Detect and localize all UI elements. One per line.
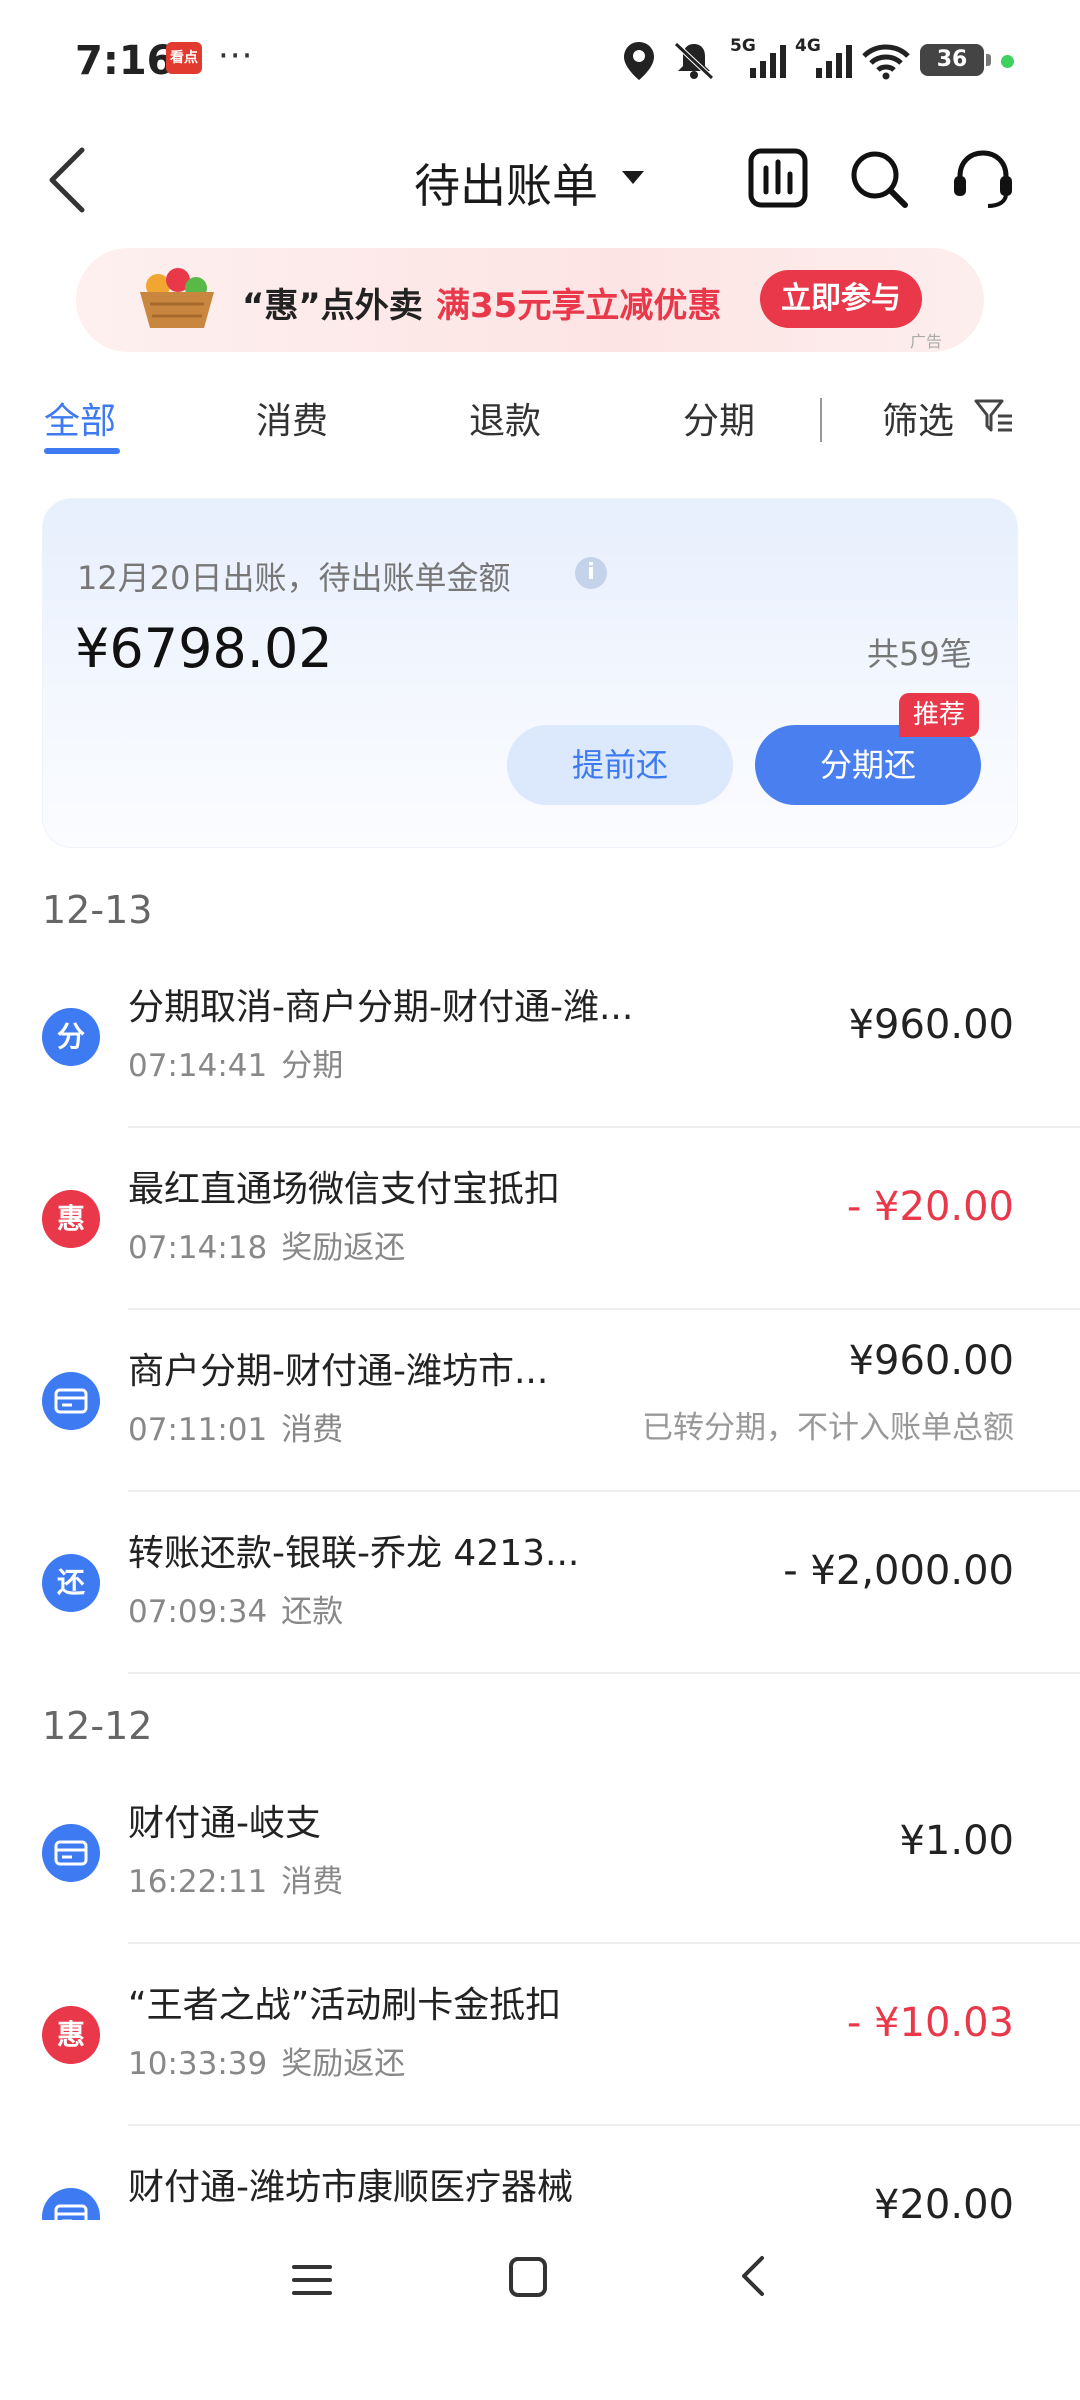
transaction-note: 已转分期，不计入账单总额 <box>642 1410 1014 1446</box>
ad-label: 广告 <box>910 332 943 351</box>
transaction-list: 12-13 分分期取消-商户分期-财付通-潍... 07:14:41 分期 ¥960.0… <box>0 860 1080 2220</box>
transaction-type: 还款 <box>281 1594 344 1630</box>
transaction-type: 奖励返还 <box>281 2046 406 2082</box>
info-icon[interactable]: i <box>575 557 607 589</box>
transaction-title: 商户分期-财付通-潍坊市... <box>128 1351 549 1392</box>
transaction-time: 10:33:39 <box>128 2046 268 2082</box>
prepay-button[interactable]: 提前还 <box>507 725 733 805</box>
headset-icon[interactable] <box>950 148 1016 210</box>
transaction-amount: ¥20.00 <box>874 2182 1014 2220</box>
transaction-type: 消费 <box>281 1412 344 1448</box>
ad-offer: 满35元享立减优惠 <box>436 286 722 326</box>
app-notification-icon: 看点 <box>166 42 202 74</box>
transaction-row[interactable]: 财付通-潍坊市康顺医疗器械 ¥20.00 <box>0 2126 1080 2220</box>
installment-repay-button[interactable]: 分期还 <box>755 725 981 805</box>
transaction-meta: 07:14:41 分期 <box>128 1040 343 1085</box>
signal-icon <box>750 45 786 78</box>
transaction-row[interactable]: 惠 “王者之战”活动刷卡金抵扣 10:33:39 奖励返还 - ¥10.03 <box>0 1944 1080 2126</box>
transaction-amount: ¥1.00 <box>899 1818 1014 1864</box>
tab-consume[interactable]: 消费 <box>256 392 328 444</box>
tab-all[interactable]: 全部 <box>44 392 116 444</box>
signal-icon <box>816 45 852 78</box>
tab-divider <box>820 398 822 442</box>
transaction-amount: - ¥10.03 <box>846 2000 1014 2046</box>
transaction-type: 消费 <box>281 1864 344 1900</box>
transaction-title: 分期取消-商户分期-财付通-潍... <box>128 987 634 1028</box>
date-header: 12-13 <box>42 888 153 932</box>
filter-button[interactable]: 筛选 <box>882 392 954 444</box>
battery-icon: 36 <box>920 44 984 76</box>
transaction-time: 07:09:34 <box>128 1594 268 1630</box>
transaction-type: 分期 <box>281 1048 344 1084</box>
transaction-meta: 07:09:34 还款 <box>128 1586 343 1631</box>
bar-chart-icon[interactable] <box>748 148 808 208</box>
card-icon <box>42 2188 100 2220</box>
summary-count: 共59笔 <box>867 635 972 673</box>
search-icon[interactable] <box>848 148 910 210</box>
transaction-amount: ¥960.00 <box>848 1338 1014 1384</box>
tab-active-indicator <box>44 448 120 454</box>
card-icon <box>42 1372 100 1430</box>
wifi-icon <box>862 44 910 80</box>
transaction-title: 财付通-岐支 <box>128 1803 321 1844</box>
ad-join-button[interactable]: 立即参与 <box>760 270 922 328</box>
transaction-meta: 07:14:18 奖励返还 <box>128 1222 405 1267</box>
privacy-indicator-dot <box>1001 55 1014 68</box>
row-divider <box>128 1672 1080 1674</box>
category-icon: 分 <box>42 1008 100 1066</box>
location-icon <box>624 42 654 80</box>
transaction-row[interactable]: 分分期取消-商户分期-财付通-潍... 07:14:41 分期 ¥960.00 <box>0 946 1080 1128</box>
mute-icon <box>674 42 714 80</box>
chevron-down-icon[interactable] <box>622 171 644 184</box>
back-icon[interactable] <box>738 2254 768 2298</box>
card-icon <box>42 1824 100 1882</box>
food-basket-icon <box>140 268 214 328</box>
ad-banner[interactable]: “惠”点外卖 满35元享立减优惠 立即参与 广告 <box>76 248 984 352</box>
transaction-row[interactable]: 惠最红直通场微信支付宝抵扣 07:14:18 奖励返还 - ¥20.00 <box>0 1128 1080 1310</box>
transaction-amount: - ¥20.00 <box>846 1184 1014 1230</box>
tab-installment[interactable]: 分期 <box>683 392 755 444</box>
transaction-row[interactable]: 商户分期-财付通-潍坊市... 07:11:01 消费 ¥960.00 已转分期，不计入… <box>0 1310 1080 1492</box>
ad-title: “惠”点外卖 <box>242 286 423 326</box>
tab-refund[interactable]: 退款 <box>469 392 541 444</box>
summary-label: 12月20日出账，待出账单金额 <box>77 559 511 597</box>
transaction-row[interactable]: 财付通-岐支 16:22:11 消费 ¥1.00 <box>0 1762 1080 1944</box>
status-time: 7:16 <box>75 38 175 84</box>
transaction-time: 07:14:18 <box>128 1230 268 1266</box>
transaction-type: 奖励返还 <box>281 1230 406 1266</box>
category-icon: 惠 <box>42 2006 100 2064</box>
transaction-meta: 10:33:39 奖励返还 <box>128 2038 405 2083</box>
transaction-time: 07:14:41 <box>128 1048 268 1084</box>
summary-amount: ¥6798.02 <box>75 617 333 680</box>
category-icon: 惠 <box>42 1190 100 1248</box>
transaction-time: 16:22:11 <box>128 1864 268 1900</box>
category-icon: 还 <box>42 1554 100 1612</box>
page-title[interactable]: 待出账单 <box>414 150 598 216</box>
transaction-row[interactable]: 还转账还款-银联-乔龙 4213... 07:09:34 还款 - ¥2,000.00 <box>0 1492 1080 1674</box>
transaction-title: “王者之战”活动刷卡金抵扣 <box>128 1985 562 2026</box>
transaction-meta: 07:11:01 消费 <box>128 1404 343 1449</box>
bill-summary-card: 12月20日出账，待出账单金额 i ¥6798.02 共59笔 提前还 分期还 … <box>42 498 1018 848</box>
transaction-title: 财付通-潍坊市康顺医疗器械 <box>128 2167 573 2208</box>
back-button[interactable] <box>40 140 100 220</box>
battery-tip <box>986 54 991 66</box>
transaction-title: 最红直通场微信支付宝抵扣 <box>128 1169 561 1210</box>
transaction-title: 转账还款-银联-乔龙 4213... <box>128 1533 580 1574</box>
recommend-badge: 推荐 <box>899 693 979 737</box>
menu-icon[interactable] <box>292 2262 332 2298</box>
more-notifications-icon: ··· <box>218 36 254 76</box>
date-header: 12-12 <box>42 1704 153 1748</box>
transaction-meta: 16:22:11 消费 <box>128 1856 343 1901</box>
system-nav-bar <box>0 2220 1080 2400</box>
home-icon[interactable] <box>508 2256 548 2298</box>
transaction-amount: - ¥2,000.00 <box>783 1548 1014 1594</box>
transaction-amount: ¥960.00 <box>848 1002 1014 1048</box>
filter-icon[interactable] <box>974 398 1014 434</box>
transaction-time: 07:11:01 <box>128 1412 268 1448</box>
